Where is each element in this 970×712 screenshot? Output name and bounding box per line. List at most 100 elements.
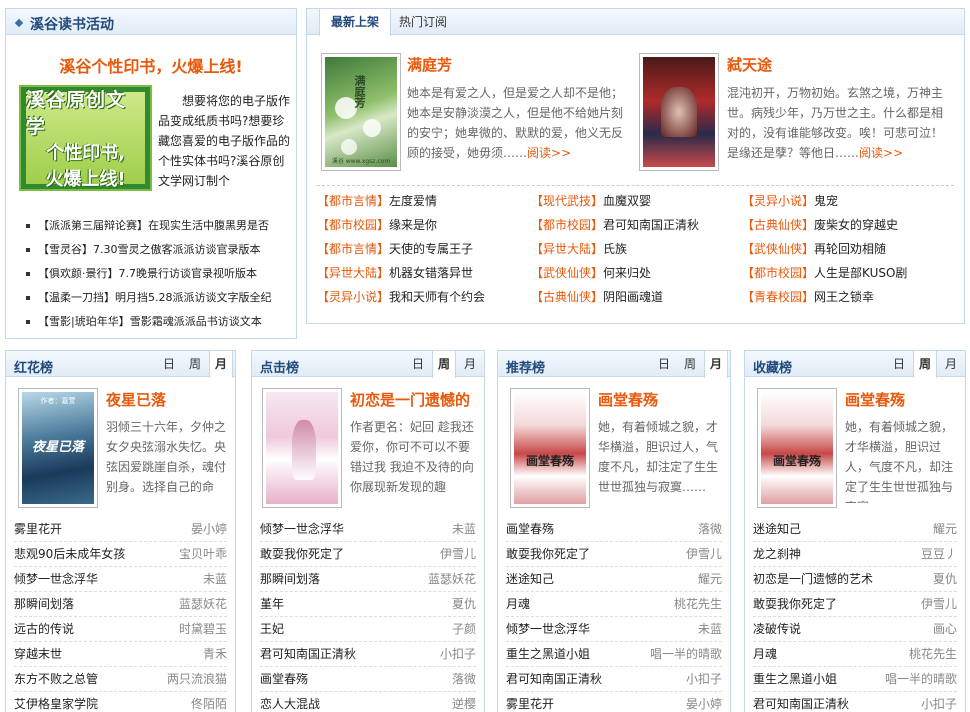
- list-item[interactable]: 【现代武技】血魔双婴: [531, 189, 651, 213]
- list-item[interactable]: 【都市言情】天使的专属王子: [317, 237, 473, 261]
- tab-week[interactable]: 周: [913, 351, 937, 378]
- ranking-row[interactable]: 艾伊格皇家学院 佟陌陌: [14, 692, 227, 712]
- ranking-row[interactable]: 悲观90后未成年女孩 宝贝叶乖: [14, 542, 227, 567]
- ranking-row[interactable]: 月魂 桃花先生: [506, 592, 722, 617]
- tab-day[interactable]: 日: [887, 351, 911, 377]
- book-link: 恋人大混战: [260, 697, 321, 711]
- list-item[interactable]: 【武侠仙侠】何来归处: [531, 261, 651, 285]
- list-item[interactable]: 【异世大陆】氏族: [531, 237, 627, 261]
- ranking-row[interactable]: 那瞬间划落 蓝瑟妖花: [260, 567, 476, 592]
- activity-item[interactable]: 【雪影|琥珀年华】雪影霜魂派派品书访谈文本: [24, 310, 299, 334]
- book-cover[interactable]: 满庭芳 溪谷 www.xgsz.com: [321, 53, 401, 171]
- ranking-row[interactable]: 倾梦一世念浮华 未蓝: [260, 517, 476, 542]
- list-item[interactable]: 【都市校园】缘来是你: [317, 213, 437, 237]
- activity-item[interactable]: 【温柔一刀挡】明月挡5.28派派访谈文字版全纪: [24, 286, 299, 310]
- book-link: 废柴女的穿越史: [814, 218, 899, 232]
- tab-month[interactable]: 月: [458, 351, 482, 377]
- activity-title: 溪谷读书活动: [30, 17, 114, 33]
- list-item[interactable]: 【异世大陆】机器女错落异世: [317, 261, 473, 285]
- activity-headline[interactable]: 溪谷个性印书，火爆上线!: [6, 53, 296, 77]
- ranking-row[interactable]: 王妃 子颜: [260, 617, 476, 642]
- figure-shape: [661, 87, 697, 137]
- book-cover[interactable]: [639, 53, 719, 171]
- read-more-link[interactable]: 阅读>>: [859, 146, 903, 160]
- featured-book-title[interactable]: 夜星已落: [106, 389, 166, 410]
- tab-day[interactable]: 日: [157, 351, 181, 377]
- book-link: 倾梦一世念浮华: [260, 522, 345, 536]
- ranking-row[interactable]: 远古的传说 时黛碧玉: [14, 617, 227, 642]
- list-item[interactable]: 【都市校园】人生是部KUSO剧: [742, 261, 907, 285]
- author-name: 未蓝: [202, 572, 227, 586]
- book-cover[interactable]: 作者：嘉萱 夜星已落: [18, 388, 98, 508]
- book-cover[interactable]: 画堂春殇: [757, 388, 837, 508]
- ranking-row[interactable]: 重生之黑道小姐 唱一半的晴歌: [753, 667, 957, 692]
- tab-month[interactable]: 月: [939, 351, 963, 377]
- book-cover[interactable]: 画堂春殇: [510, 388, 590, 508]
- list-item[interactable]: 【灵异小说】鬼宠: [742, 189, 838, 213]
- ranking-row[interactable]: 初恋是一门遗憾的艺术 夏仇: [753, 567, 957, 592]
- ranking-row[interactable]: 倾梦一世念浮华 未蓝: [14, 567, 227, 592]
- book-link: 迷途知己: [753, 522, 802, 536]
- list-item[interactable]: 【古典仙侠】阴阳画魂道: [531, 285, 663, 309]
- author-name: 子颜: [451, 622, 476, 636]
- author-name: 青禾: [202, 647, 227, 661]
- ranking-row[interactable]: 堇年 夏仇: [260, 592, 476, 617]
- ranking-row[interactable]: 画堂春殇 落微: [506, 517, 722, 542]
- ranking-row[interactable]: 雾里花开 晏小婷: [506, 692, 722, 712]
- ranking-row[interactable]: 敢耍我你死定了 伊雪儿: [753, 592, 957, 617]
- ranking-row[interactable]: 月魂 桃花先生: [753, 642, 957, 667]
- author-name: 落微: [451, 672, 476, 686]
- tab-month[interactable]: 月: [209, 351, 233, 378]
- tab-week[interactable]: 周: [432, 351, 456, 378]
- book-cover[interactable]: [262, 388, 342, 508]
- ranking-row[interactable]: 画堂春殇 落微: [260, 667, 476, 692]
- list-item[interactable]: 【灵异小说】我和天师有个约会: [317, 285, 485, 309]
- promo-line-3: 火爆上线!: [45, 169, 126, 190]
- list-item[interactable]: 【古典仙侠】废柴女的穿越史: [742, 213, 898, 237]
- tab-day[interactable]: 日: [652, 351, 676, 377]
- tab-week[interactable]: 周: [183, 351, 207, 377]
- category-link: 【都市校园】: [531, 218, 604, 232]
- tab-hot-subscribe[interactable]: 热门订阅: [393, 9, 453, 35]
- ranking-row[interactable]: 君可知南国正清秋 小扣子: [506, 667, 722, 692]
- ranking-row[interactable]: 君可知南国正清秋 小扣子: [753, 692, 957, 712]
- featured-book-title[interactable]: 初恋是一门遗憾的: [350, 389, 470, 410]
- ranking-row[interactable]: 东方不败之总管 两只流浪猫: [14, 667, 227, 692]
- featured-book-title[interactable]: 画堂春殇: [598, 389, 658, 410]
- cover-title: 满庭芳: [353, 75, 366, 108]
- list-item[interactable]: 【都市校园】君可知南国正清秋: [531, 213, 699, 237]
- featured-book-title[interactable]: 弑天途: [727, 54, 772, 75]
- read-more-link[interactable]: 阅读>>: [527, 146, 571, 160]
- ranking-row[interactable]: 倾梦一世念浮华 未蓝: [506, 617, 722, 642]
- featured-book-title[interactable]: 满庭芳: [407, 54, 452, 75]
- activity-item[interactable]: 【雪灵谷】7.30雪灵之傲客派派访谈官录版本: [24, 238, 299, 262]
- featured-book-title[interactable]: 画堂春殇: [845, 389, 905, 410]
- tab-latest[interactable]: 最新上架: [319, 9, 391, 36]
- ranking-row[interactable]: 君可知南国正清秋 小扣子: [260, 642, 476, 667]
- list-item[interactable]: 【青春校园】网王之锁幸: [742, 285, 874, 309]
- ranking-row[interactable]: 重生之黑道小姐 唱一半的晴歌: [506, 642, 722, 667]
- ranking-row[interactable]: 迷途知己 耀元: [753, 517, 957, 542]
- book-link: 敢耍我你死定了: [260, 547, 345, 561]
- ranking-row[interactable]: 迷途知己 耀元: [506, 567, 722, 592]
- book-link: 我和天师有个约会: [389, 290, 486, 304]
- tab-day[interactable]: 日: [406, 351, 430, 377]
- activity-item[interactable]: 【俱欢颜·景行】7.7晚景行访谈官录视听版本: [24, 262, 299, 286]
- ranking-row[interactable]: 雾里花开 晏小婷: [14, 517, 227, 542]
- promo-image[interactable]: 溪谷原创文学 个性印书, 火爆上线!: [19, 85, 152, 191]
- ranking-row[interactable]: 穿越末世 青禾: [14, 642, 227, 667]
- ranking-row[interactable]: 那瞬间划落 蓝瑟妖花: [14, 592, 227, 617]
- category-link: 【异世大陆】: [531, 242, 604, 256]
- diamond-icon: [14, 18, 24, 28]
- ranking-row[interactable]: 恋人大混战 逆樱: [260, 692, 476, 712]
- list-item[interactable]: 【都市言情】左度爱情: [317, 189, 437, 213]
- tab-week[interactable]: 周: [678, 351, 702, 377]
- ranking-row[interactable]: 凌破传说 画心: [753, 617, 957, 642]
- category-link: 【灵异小说】: [317, 290, 390, 304]
- activity-item[interactable]: 【派派第三届辩论赛】在现实生活中腹黑男是否: [24, 214, 299, 238]
- ranking-row[interactable]: 敢耍我你死定了 伊雪儿: [506, 542, 722, 567]
- list-item[interactable]: 【武侠仙侠】再轮回劝相随: [742, 237, 886, 261]
- ranking-row[interactable]: 敢耍我你死定了 伊雪儿: [260, 542, 476, 567]
- tab-month[interactable]: 月: [704, 351, 728, 378]
- ranking-row[interactable]: 龙之刹神 豆豆丿: [753, 542, 957, 567]
